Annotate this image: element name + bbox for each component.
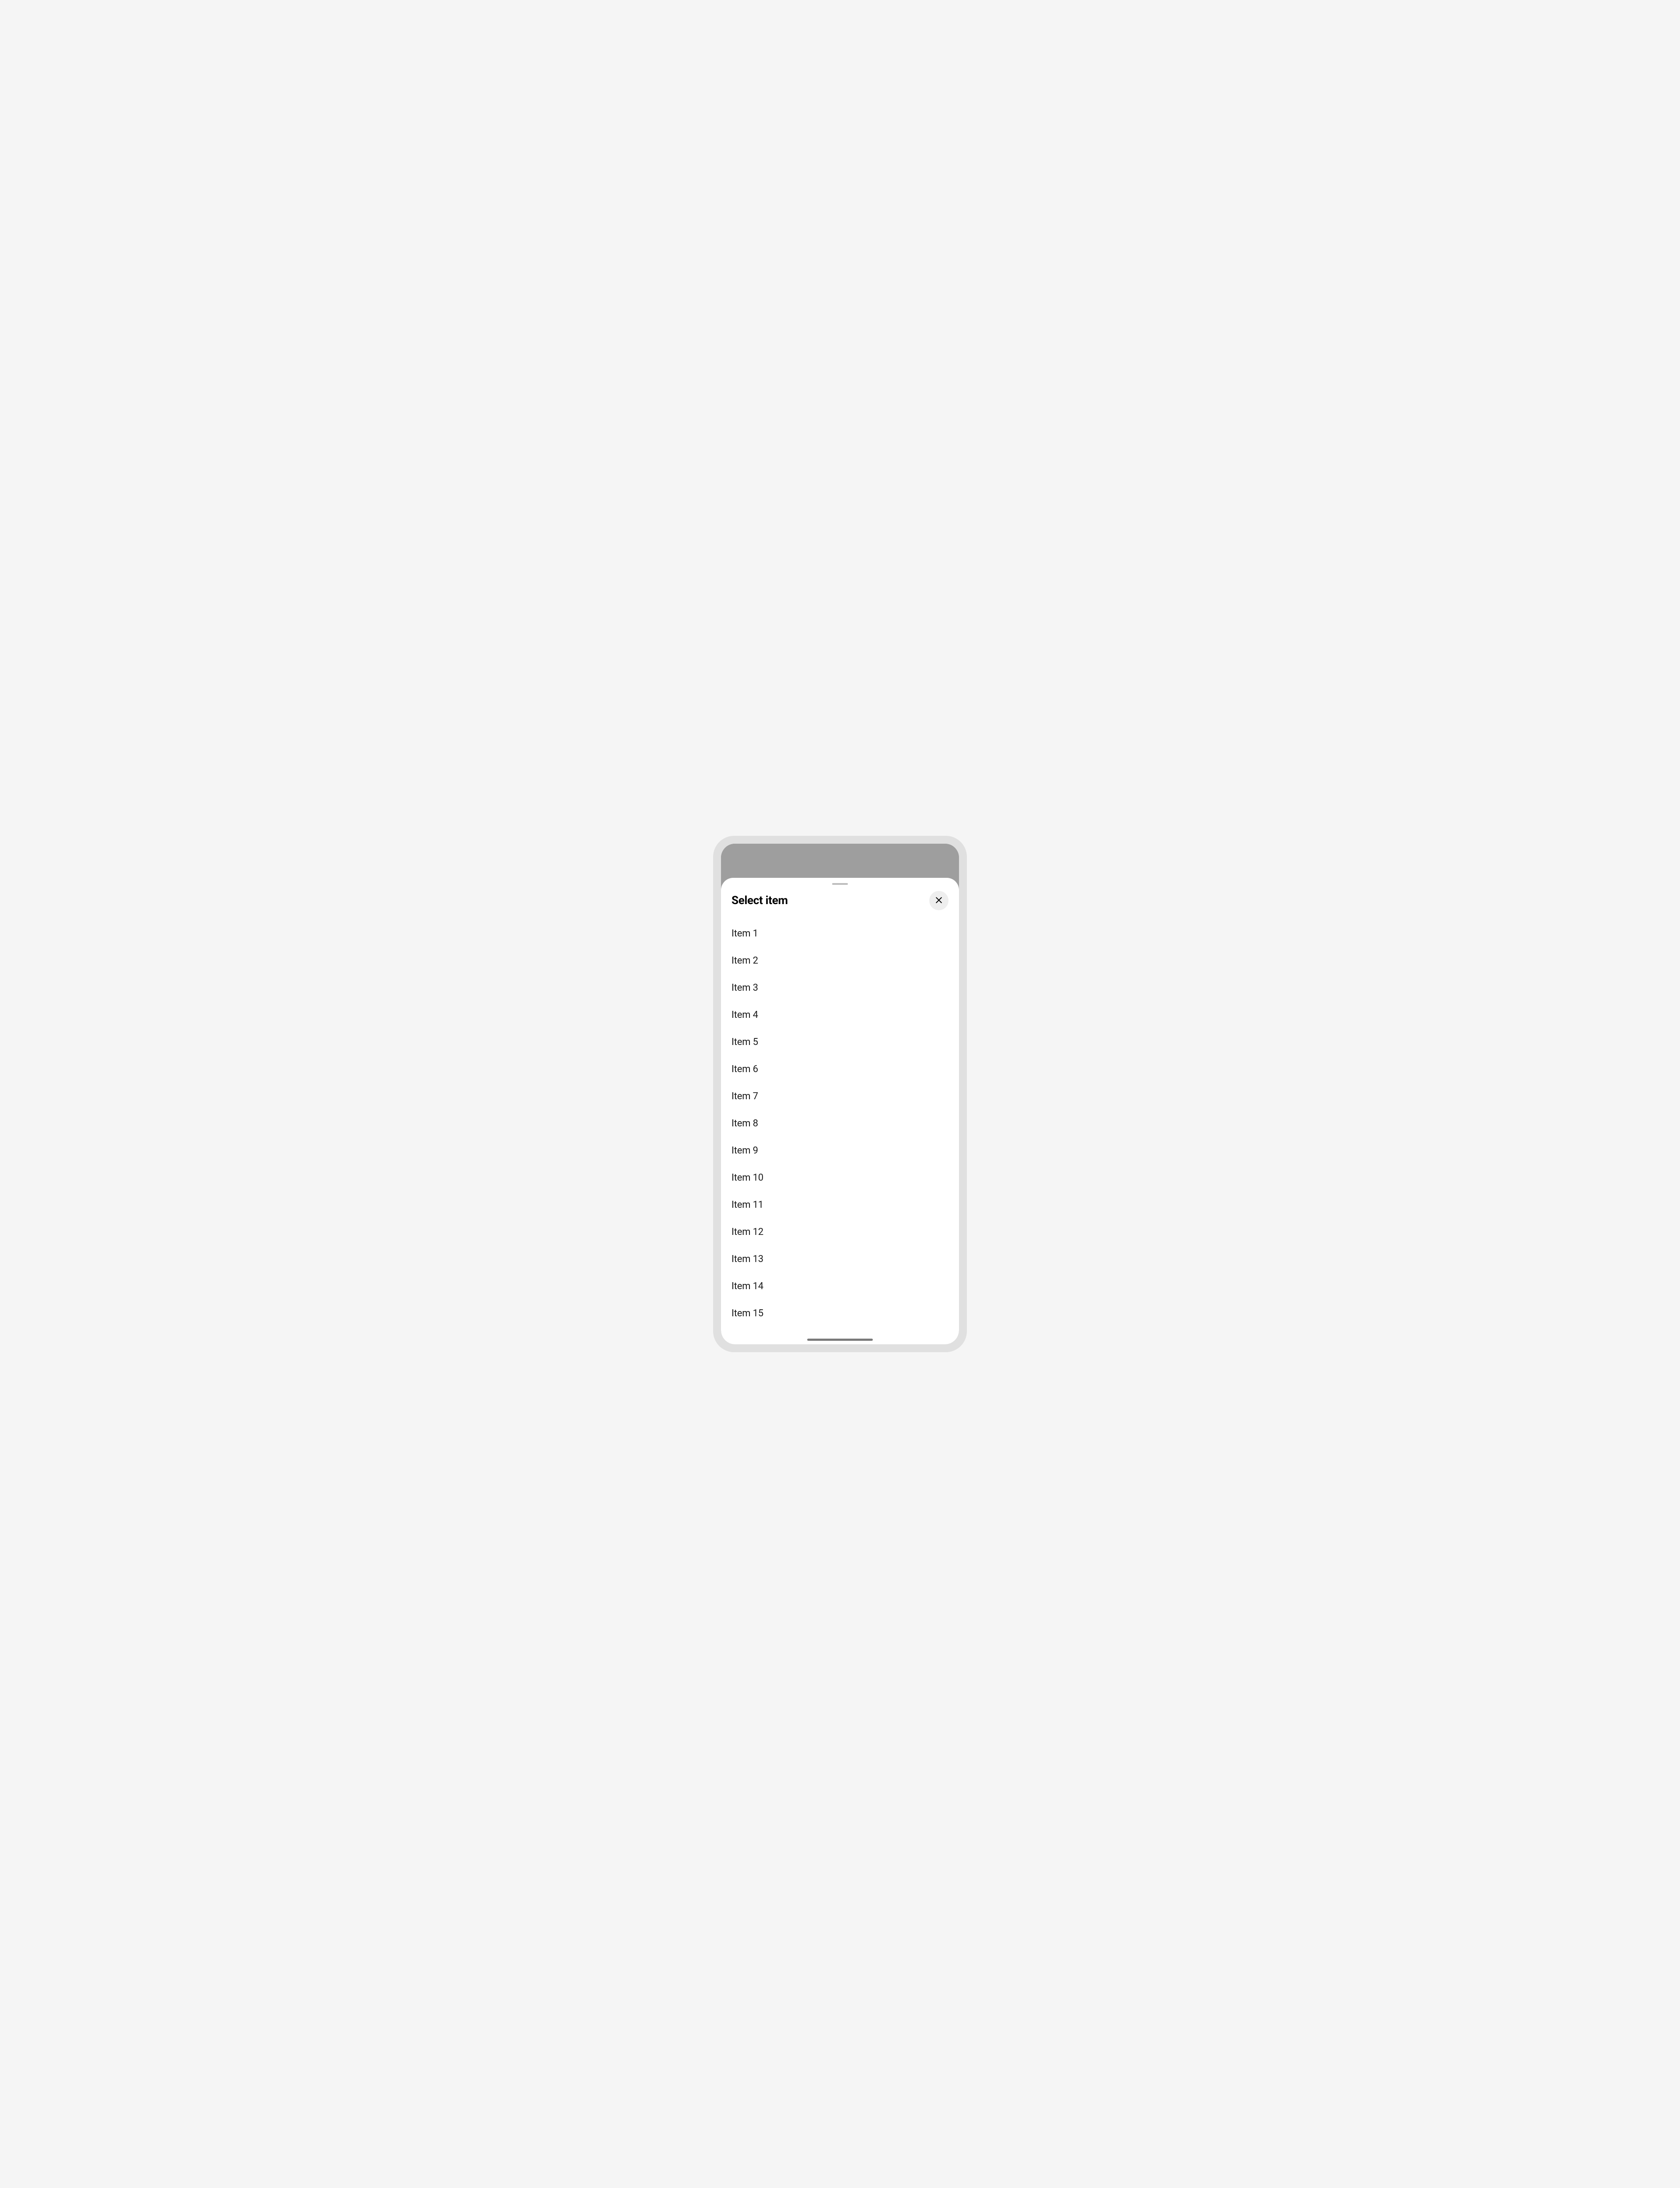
close-button[interactable]	[929, 891, 948, 910]
status-bar	[721, 844, 959, 878]
list-item-label: Item 12	[732, 1227, 763, 1238]
list-item[interactable]: Item 2	[721, 947, 959, 974]
item-list[interactable]: Item 1 Item 2 Item 3 Item 4 Item 5 Item …	[721, 916, 959, 1344]
list-item[interactable]: Item 6	[721, 1055, 959, 1083]
list-item-label: Item 4	[732, 1010, 758, 1020]
list-item[interactable]: Item 7	[721, 1083, 959, 1110]
list-item-label: Item 15	[732, 1308, 763, 1319]
list-item-label: Item 2	[732, 955, 758, 966]
list-item[interactable]: Item 15	[721, 1300, 959, 1327]
list-item-label: Item 13	[732, 1254, 763, 1265]
list-item-label: Item 7	[732, 1091, 758, 1102]
list-item-label: Item 11	[732, 1199, 763, 1210]
list-item-label: Item 6	[732, 1064, 758, 1075]
drag-handle-container[interactable]	[721, 878, 959, 887]
list-item[interactable]: Item 5	[721, 1028, 959, 1055]
list-item[interactable]: Item 11	[721, 1191, 959, 1218]
list-item-label: Item 3	[732, 982, 758, 993]
list-item-label: Item 14	[732, 1281, 763, 1292]
list-item[interactable]: Item 9	[721, 1137, 959, 1164]
list-item[interactable]: Item 13	[721, 1245, 959, 1273]
list-item-label: Item 5	[732, 1037, 758, 1048]
list-item[interactable]: Item 8	[721, 1110, 959, 1137]
bottom-sheet: Select item Item 1 Item 2 Item 3 Item 4 …	[721, 878, 959, 1344]
device-screen: Select item Item 1 Item 2 Item 3 Item 4 …	[721, 844, 959, 1344]
close-icon	[934, 896, 943, 906]
list-item-label: Item 8	[732, 1118, 758, 1129]
sheet-title: Select item	[732, 894, 788, 907]
list-item-label: Item 10	[732, 1172, 763, 1183]
device-frame: Select item Item 1 Item 2 Item 3 Item 4 …	[713, 836, 967, 1352]
list-item[interactable]: Item 14	[721, 1273, 959, 1300]
drag-handle[interactable]	[832, 883, 848, 885]
list-item[interactable]: Item 4	[721, 1001, 959, 1028]
list-item[interactable]: Item 3	[721, 974, 959, 1001]
list-item[interactable]: Item 10	[721, 1164, 959, 1191]
sheet-header: Select item	[721, 887, 959, 916]
list-item[interactable]: Item 1	[721, 920, 959, 947]
list-item[interactable]: Item 12	[721, 1218, 959, 1245]
list-item-label: Item 9	[732, 1145, 758, 1156]
list-item-label: Item 1	[732, 928, 758, 939]
